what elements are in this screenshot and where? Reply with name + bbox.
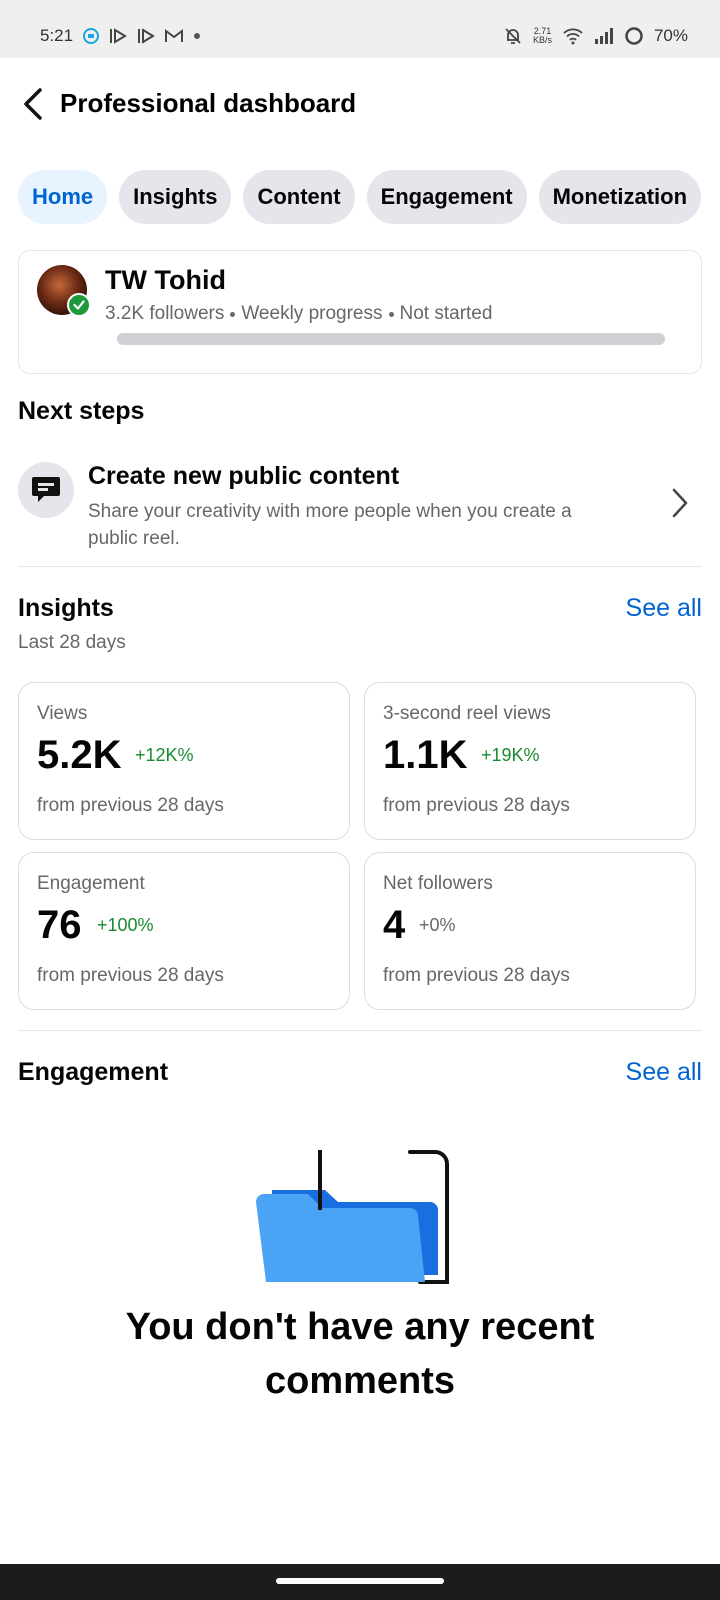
- metric-footnote: from previous 28 days: [383, 795, 570, 816]
- battery-ring-icon: [624, 26, 644, 46]
- messenger-notification-icon: [83, 28, 100, 44]
- chevron-right-icon: [672, 488, 688, 523]
- back-button[interactable]: [18, 86, 48, 122]
- metric-change: +19K%: [481, 745, 540, 765]
- status-bar-left: 5:21: [40, 26, 201, 46]
- insights-see-all-link[interactable]: See all: [626, 594, 702, 623]
- wifi-icon: [562, 27, 584, 45]
- play-notification-icon: [109, 28, 128, 44]
- next-step-description: Share your creativity with more people w…: [88, 501, 572, 549]
- weekly-progress-label: Weekly progress: [241, 303, 383, 324]
- status-bar: 5:21 2.71 KB/s 70%: [0, 0, 720, 58]
- back-arrow-icon: [24, 88, 42, 120]
- app-header: Professional dashboard: [0, 58, 720, 148]
- metric-label: 3-second reel views: [383, 703, 551, 724]
- tab-insights[interactable]: Insights: [119, 170, 232, 224]
- battery-percent: 70%: [653, 26, 688, 45]
- metric-change: +12K%: [135, 745, 194, 765]
- weekly-progress-status: Not started: [399, 303, 493, 324]
- tab-content[interactable]: Content: [243, 170, 355, 224]
- weekly-progress-bar: [117, 333, 665, 345]
- metric-value: 76: [37, 903, 82, 947]
- status-time: 5:21: [40, 26, 74, 45]
- empty-folder-icon: [256, 1150, 449, 1284]
- separator-dot: [230, 311, 236, 317]
- metric-value: 1.1K: [383, 733, 468, 777]
- tab-home[interactable]: Home: [18, 170, 108, 224]
- profile-name: TW Tohid: [105, 265, 226, 295]
- next-step-title: Create new public content: [88, 462, 400, 490]
- metric-value: 5.2K: [37, 733, 122, 777]
- separator-dot: [388, 311, 394, 317]
- section-divider: [18, 1030, 702, 1031]
- gmail-icon: [165, 29, 184, 43]
- verified-check-icon: [67, 293, 91, 317]
- metric-footnote: from previous 28 days: [37, 795, 224, 816]
- metric-card-net-followers[interactable]: Net followers 4 +0% from previous 28 day…: [364, 852, 696, 1010]
- insights-title: Insights: [18, 594, 114, 622]
- profile-card[interactable]: TW Tohid 3.2K followers Weekly progress …: [18, 250, 702, 374]
- network-speed-unit: KB/s: [532, 35, 552, 45]
- next-step-create-content[interactable]: Create new public content Share your cre…: [18, 460, 702, 566]
- followers-count: 3.2K followers: [105, 303, 225, 324]
- metric-footnote: from previous 28 days: [37, 965, 224, 986]
- insights-period: Last 28 days: [18, 632, 126, 653]
- system-nav-bar: [0, 1564, 720, 1600]
- metric-card-engagement[interactable]: Engagement 76 +100% from previous 28 day…: [18, 852, 350, 1010]
- more-notifications-dot-icon: [193, 32, 201, 40]
- metric-card-views[interactable]: Views 5.2K +12K% from previous 28 days: [18, 682, 350, 840]
- mute-bell-icon: [503, 26, 523, 46]
- engagement-see-all-link[interactable]: See all: [626, 1058, 702, 1087]
- play-notification-icon-2: [137, 28, 156, 44]
- page-title: Professional dashboard: [60, 88, 357, 118]
- status-bar-right: 2.71 KB/s 70%: [503, 26, 688, 46]
- metric-change: +100%: [97, 915, 154, 935]
- signal-icon: [594, 27, 614, 45]
- metric-label: Views: [37, 703, 88, 724]
- metric-label: Engagement: [37, 873, 145, 894]
- home-indicator[interactable]: [276, 1578, 444, 1584]
- tab-bar: Home Insights Content Engagement Monetiz…: [18, 170, 702, 224]
- tab-engagement[interactable]: Engagement: [366, 170, 527, 224]
- metric-value: 4: [383, 903, 406, 947]
- tab-monetization[interactable]: Monetization: [538, 170, 702, 224]
- network-speed: 2.71 KB/s: [533, 27, 552, 45]
- engagement-title: Engagement: [18, 1058, 169, 1086]
- metric-label: Net followers: [383, 873, 493, 894]
- empty-state-message: You don't have any recent comments: [125, 1306, 595, 1402]
- section-divider: [18, 566, 702, 567]
- next-steps-title: Next steps: [18, 397, 145, 425]
- metric-change: +0%: [419, 915, 456, 935]
- metric-footnote: from previous 28 days: [383, 965, 570, 986]
- chat-bubble-icon: [18, 462, 74, 518]
- profile-subtitle: 3.2K followers Weekly progress Not start…: [105, 303, 492, 325]
- metric-card-reel-views[interactable]: 3-second reel views 1.1K +19K% from prev…: [364, 682, 696, 840]
